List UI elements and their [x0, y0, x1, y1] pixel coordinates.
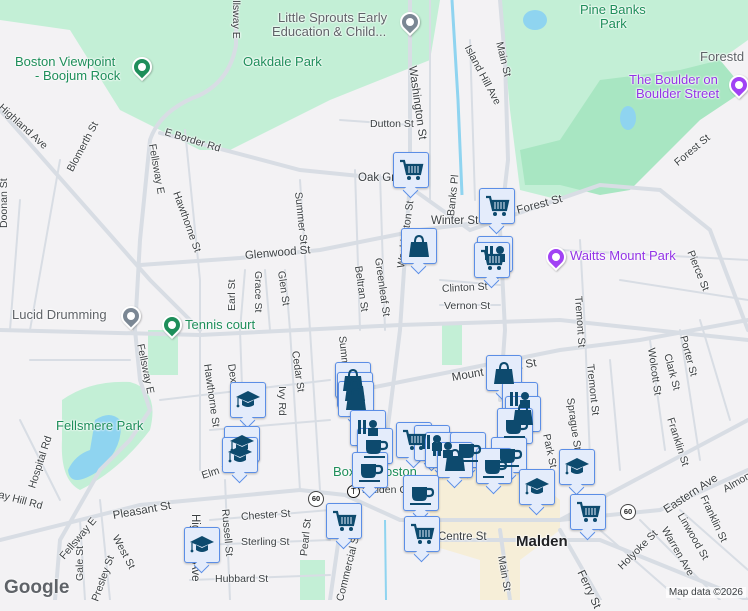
shopping-cart-marker[interactable]	[393, 152, 429, 188]
shopping-cart-marker[interactable]	[570, 494, 606, 530]
shopping-cart-marker[interactable]	[474, 242, 510, 278]
graduation-cap-icon	[565, 458, 589, 475]
street-label: Dutton St	[370, 118, 414, 130]
graduation-cap-icon	[190, 536, 214, 553]
street-label: Hubbard St	[215, 573, 269, 585]
brook-south	[384, 519, 387, 600]
pond-pine-banks	[523, 10, 547, 30]
shopping-bag-marker[interactable]	[437, 442, 473, 478]
shopping-bag-marker[interactable]	[401, 228, 437, 264]
street-label: Ivy Rd	[276, 386, 288, 416]
pond-forestdale	[620, 106, 636, 130]
park-small-3	[300, 560, 325, 600]
coffee-cup-icon	[483, 460, 508, 478]
map-attribution[interactable]: Map data ©2026	[665, 587, 746, 598]
shopping-cart-icon	[333, 510, 357, 531]
street-label: Doonan St	[0, 178, 10, 228]
shopping-bag-icon	[494, 361, 514, 384]
shopping-cart-icon	[481, 249, 505, 270]
route-60-shield: 60	[308, 491, 324, 507]
park-label[interactable]: Pine Banks	[580, 3, 646, 17]
poi-label[interactable]: Waitts Mount Park	[570, 249, 676, 263]
shopping-cart-marker[interactable]	[326, 503, 362, 539]
poi-label[interactable]: Tennis court	[185, 318, 255, 332]
poi-label[interactable]: The Boulder on	[629, 73, 718, 87]
poi-label[interactable]: Forestd	[700, 50, 744, 64]
coffee-cup-marker[interactable]	[403, 475, 439, 511]
park-label[interactable]: Park	[600, 17, 627, 31]
coffee-cup-marker[interactable]	[476, 448, 512, 484]
poi-label[interactable]: Education & Child...	[272, 25, 386, 39]
route-60-shield: 60	[620, 504, 636, 520]
street-label: Centre St	[438, 531, 487, 543]
park-label[interactable]: Fellsmere Park	[56, 419, 143, 433]
shopping-cart-icon	[400, 159, 424, 180]
coffee-cup-marker[interactable]	[352, 452, 388, 488]
coffee-cup-icon	[410, 487, 435, 505]
street-label: Clinton St	[441, 280, 488, 295]
street-label: Winter St	[431, 215, 479, 227]
graduation-cap-icon	[236, 391, 260, 408]
poi-label[interactable]: Lucid Drumming	[12, 308, 107, 322]
graduation-cap-marker[interactable]	[519, 469, 555, 505]
shopping-bag-icon	[409, 234, 429, 257]
graduation-cap-marker[interactable]	[184, 527, 220, 563]
shopping-bag-icon	[346, 387, 366, 410]
street-label: Earl St	[226, 279, 238, 311]
street-label: Vernon St	[444, 300, 491, 312]
park-label[interactable]: Oakdale Park	[243, 55, 322, 69]
shopping-cart-icon	[486, 195, 510, 216]
shopping-cart-marker[interactable]	[479, 188, 515, 224]
coffee-cup-marker[interactable]	[497, 408, 533, 444]
street-label: Sterling St	[241, 536, 290, 548]
shopping-cart-icon	[577, 501, 601, 522]
street-label: Grace St	[252, 271, 264, 313]
park-small	[442, 325, 462, 365]
street-label: Fellsway E	[230, 0, 242, 39]
shopping-cart-icon	[411, 523, 435, 544]
shopping-cart-marker[interactable]	[404, 516, 440, 552]
poi-label[interactable]: Boulder Street	[636, 87, 719, 101]
coffee-cup-icon	[504, 420, 529, 438]
google-logo[interactable]: Google	[4, 577, 69, 599]
street-label: Gale St	[74, 545, 86, 581]
poi-label[interactable]: - Boojum Rock	[35, 69, 120, 83]
coffee-cup-icon	[359, 464, 384, 482]
graduation-cap-marker[interactable]	[230, 382, 266, 418]
poi-label[interactable]: Boston Viewpoint	[15, 55, 115, 69]
graduation-cap-icon	[525, 478, 549, 495]
poi-label[interactable]: Little Sprouts Early	[278, 11, 387, 25]
shopping-bag-marker[interactable]	[338, 381, 374, 417]
graduation-cap-icon	[228, 446, 252, 463]
graduation-cap-marker[interactable]	[559, 449, 595, 485]
graduation-cap-marker[interactable]	[222, 437, 258, 473]
city-label: Malden	[516, 533, 568, 550]
brook	[450, 0, 464, 196]
shopping-bag-icon	[445, 448, 465, 471]
